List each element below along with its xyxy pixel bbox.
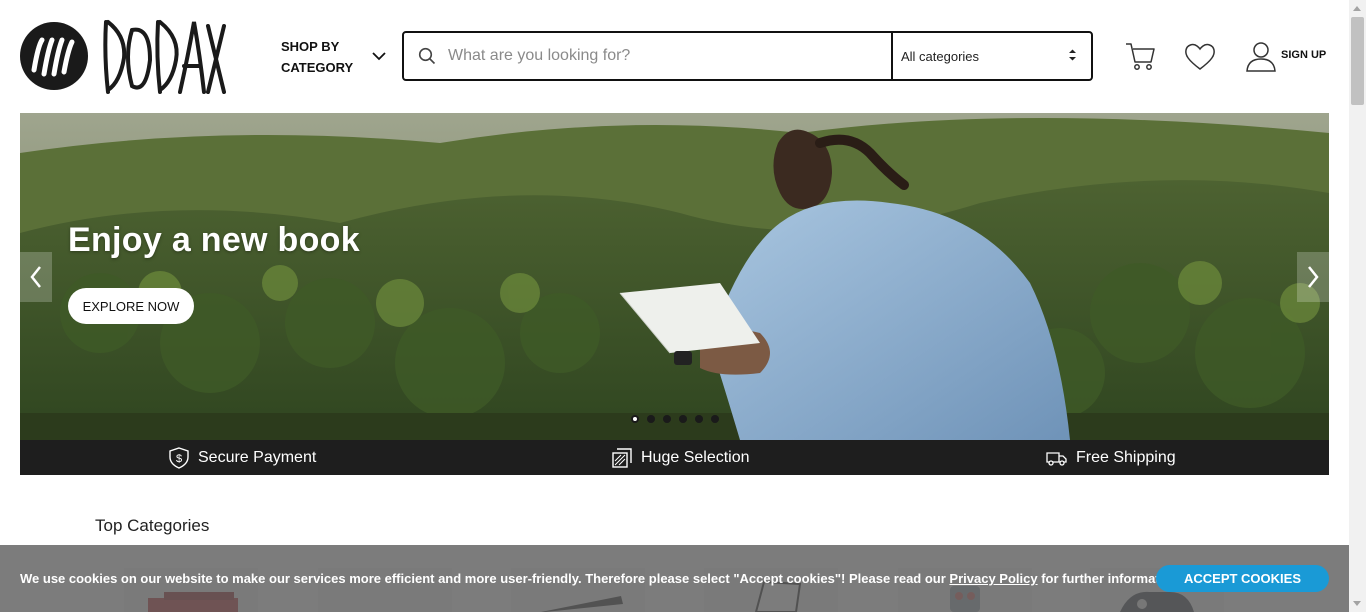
feature-label: Secure Payment xyxy=(198,448,317,466)
feature-huge-selection: Huge Selection xyxy=(611,440,750,475)
selection-icon xyxy=(612,447,632,468)
cookie-text-before: We use cookies on our website to make ou… xyxy=(20,571,950,586)
accept-cookies-button[interactable]: ACCEPT COOKIES xyxy=(1156,565,1329,592)
search-input-wrapper xyxy=(404,33,891,79)
search-input[interactable] xyxy=(448,47,868,65)
truck-icon xyxy=(1046,451,1067,466)
hero-title: Enjoy a new book xyxy=(68,221,360,259)
shop-by-category-menu[interactable]: SHOP BY CATEGORY xyxy=(281,36,391,78)
carousel-dot[interactable] xyxy=(695,415,703,423)
category-select-value: All categories xyxy=(901,48,980,64)
chevron-down-icon xyxy=(372,52,386,61)
carousel-dot[interactable] xyxy=(711,415,719,423)
cookie-banner: We use cookies on our website to make ou… xyxy=(0,545,1349,612)
scroll-up-arrow[interactable] xyxy=(1353,6,1361,11)
heart-icon[interactable] xyxy=(1184,42,1216,72)
page-scrollbar[interactable] xyxy=(1349,0,1366,612)
svg-text:$: $ xyxy=(176,453,182,465)
carousel-dot[interactable] xyxy=(647,415,655,423)
cart-icon[interactable] xyxy=(1124,40,1156,72)
carousel-next-button[interactable] xyxy=(1297,252,1329,302)
feature-free-shipping: Free Shipping xyxy=(1046,440,1176,475)
chevron-left-icon xyxy=(30,266,41,288)
top-categories-title: Top Categories xyxy=(95,516,210,535)
explore-now-button[interactable]: EXPLORE NOW xyxy=(68,288,194,324)
carousel-prev-button[interactable] xyxy=(20,252,52,302)
cookie-message: We use cookies on our website to make ou… xyxy=(20,571,1183,586)
search-bar: All categories xyxy=(402,31,1093,81)
hero-banner: Enjoy a new book EXPLORE NOW xyxy=(20,113,1329,440)
carousel-dot[interactable] xyxy=(663,415,671,423)
category-select[interactable]: All categories xyxy=(891,33,1091,79)
chevron-right-icon xyxy=(1308,266,1319,288)
user-icon[interactable] xyxy=(1245,40,1277,72)
carousel-dot[interactable] xyxy=(679,415,687,423)
scrollbar-thumb[interactable] xyxy=(1351,17,1364,105)
shield-dollar-icon: $ xyxy=(169,446,189,469)
select-arrows-icon xyxy=(1069,49,1076,61)
carousel-dot[interactable] xyxy=(631,415,639,423)
site-header: SHOP BY CATEGORY All categories xyxy=(0,0,1349,113)
scroll-down-arrow[interactable] xyxy=(1353,601,1361,606)
sign-up-link[interactable]: SIGN UP xyxy=(1281,49,1326,61)
dodax-logo-icon xyxy=(20,20,226,94)
dodax-logo[interactable] xyxy=(20,16,226,96)
search-icon[interactable] xyxy=(418,47,436,65)
carousel-dots xyxy=(631,415,719,423)
privacy-policy-link[interactable]: Privacy Policy xyxy=(949,571,1037,586)
shop-by-category-label: SHOP BY CATEGORY xyxy=(281,39,354,75)
hero-background-image xyxy=(20,113,1329,440)
feature-bar: $ Secure Payment Huge Selection Free Shi… xyxy=(20,440,1329,475)
feature-label: Huge Selection xyxy=(641,448,750,466)
feature-label: Free Shipping xyxy=(1076,448,1176,466)
feature-secure-payment: $ Secure Payment xyxy=(168,440,316,475)
